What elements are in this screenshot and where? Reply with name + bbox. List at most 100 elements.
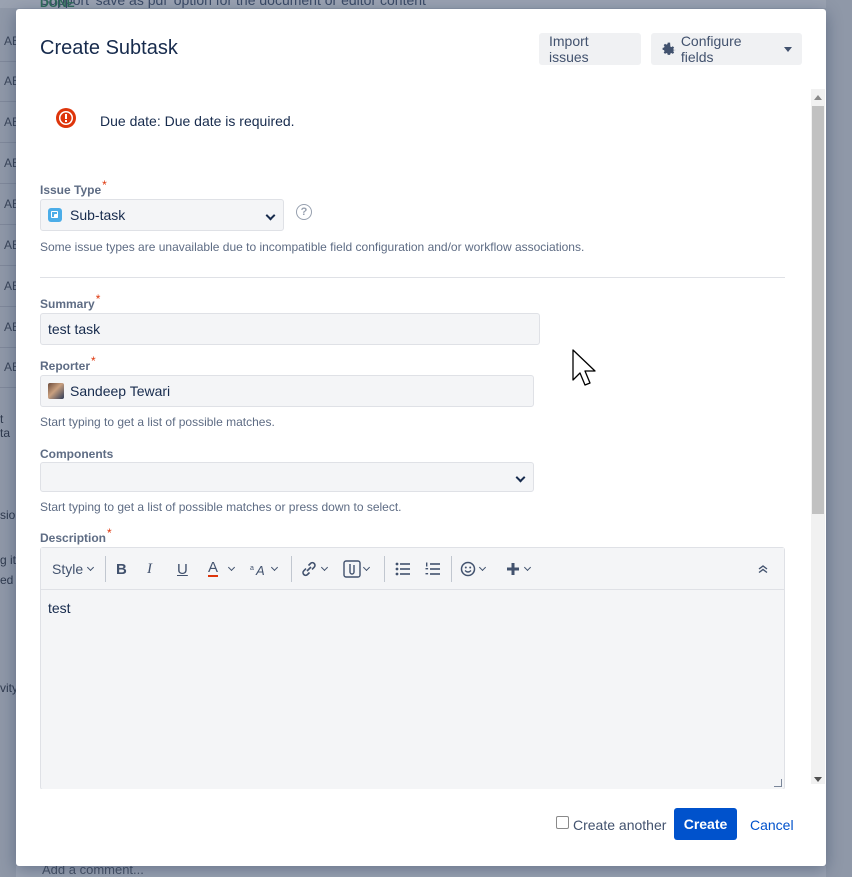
chevron-down-icon [320,563,329,572]
background-fragment: sio [0,508,16,522]
editor-toolbar: Style B I U A a A [41,548,784,590]
avatar [48,383,64,399]
chevron-down-icon [523,563,532,572]
background-fragment: g it [0,553,17,567]
svg-text:a: a [250,565,254,572]
summary-label: Summary* [40,292,101,311]
required-marker: * [107,526,112,540]
summary-input[interactable]: test task [40,313,540,345]
components-help: Start typing to get a list of possible m… [40,500,402,514]
background-fragment: ed [0,573,14,587]
background-row: AB [0,226,20,266]
bullet-list-icon [395,562,410,576]
issue-type-value: Sub-task [70,207,126,223]
required-marker: * [91,354,96,368]
chevron-down-icon [478,563,487,572]
chevron-down-icon [265,210,276,221]
toolbar-separator [384,556,385,582]
background-row: AB [0,144,20,184]
background-row: AB [0,267,20,307]
dialog-content: Due date: Due date is required. Issue Ty… [16,89,811,789]
help-icon[interactable]: ? [296,204,312,220]
attachment-button[interactable] [343,558,371,580]
error-icon [56,108,76,128]
background-comment-bar: Add a comment... [16,866,826,877]
attachment-icon [343,560,361,578]
background-status: DONE [40,0,75,8]
insert-more-button[interactable] [506,558,532,580]
configure-fields-button[interactable]: Configure fields [651,33,802,65]
text-size-icon: a A [250,563,265,576]
background-comment-placeholder: Add a comment... [42,866,144,877]
emoji-icon [460,561,476,577]
scrollbar-thumb[interactable] [812,106,824,514]
double-chevron-up-icon [758,565,768,574]
dialog-title: Create Subtask [40,37,178,59]
required-marker: * [102,178,107,192]
reporter-help: Start typing to get a list of possible m… [40,415,275,429]
collapse-toolbar-button[interactable] [757,558,769,580]
background-row: AB [0,62,20,102]
reporter-input[interactable]: Sandeep Tewari [40,375,534,407]
subtask-icon [48,208,62,222]
chevron-down-icon [87,563,95,572]
import-issues-button[interactable]: Import issues [539,33,641,65]
plus-icon [507,563,519,575]
svg-text:A: A [255,563,265,576]
create-button[interactable]: Create [674,808,737,840]
issue-type-label: Issue Type* [40,178,107,197]
numbered-list-icon [425,562,440,575]
bullet-list-button[interactable] [395,558,411,580]
scroll-down-icon[interactable] [814,777,822,782]
create-subtask-dialog: Create Subtask Import issues Configure f… [16,9,826,866]
background-top-row: Support 'save as pdf' option for the doc… [0,0,852,8]
background-row: AB [0,103,20,143]
description-text[interactable]: test [48,600,71,616]
reporter-value: Sandeep Tewari [70,383,171,399]
gear-icon [662,42,676,55]
required-marker: * [95,292,101,306]
background-row: AB [0,22,20,62]
bold-button[interactable]: B [116,558,127,580]
reporter-label: Reporter* [40,354,96,373]
text-format-dropdown[interactable]: a A [250,558,279,580]
style-dropdown[interactable]: Style [52,558,95,580]
background-row: AB [0,348,20,388]
background-row: AB [0,185,20,225]
emoji-button[interactable] [460,558,487,580]
issue-type-help: Some issue types are unavailable due to … [40,240,585,254]
components-select[interactable] [40,462,534,492]
background-right-strip [826,0,852,877]
dialog-scrollbar[interactable] [811,89,825,784]
mouse-cursor-icon [572,349,596,386]
italic-button[interactable]: I [147,558,152,580]
link-icon [302,561,316,577]
chevron-down-icon [270,563,279,572]
configure-fields-label: Configure fields [680,33,742,65]
description-editor: Style B I U A a A test [40,547,785,789]
description-label: Description* [40,526,112,545]
background-row: AB [0,308,20,348]
issue-type-select[interactable]: Sub-task [40,199,284,231]
error-message: Due date: Due date is required. [40,99,785,139]
chevron-down-icon [362,563,371,572]
chevron-down-icon [515,472,526,483]
resize-handle[interactable] [774,779,782,787]
numbered-list-button[interactable] [425,558,441,580]
toolbar-separator [105,556,106,582]
toolbar-separator [291,556,292,582]
underline-button[interactable]: U [177,558,188,580]
components-label: Components [40,447,114,461]
section-divider [40,277,785,278]
create-another-label[interactable]: Create another [573,817,666,833]
caret-down-icon [784,46,792,52]
chevron-down-icon [227,563,236,572]
toolbar-separator [451,556,452,582]
scroll-up-icon[interactable] [814,95,822,100]
create-another-checkbox[interactable] [556,816,569,829]
link-button[interactable] [300,558,329,580]
background-fragment: t ta [0,412,11,440]
text-color-button[interactable]: A [208,558,236,580]
summary-value: test task [48,321,101,337]
cancel-link[interactable]: Cancel [750,817,794,833]
